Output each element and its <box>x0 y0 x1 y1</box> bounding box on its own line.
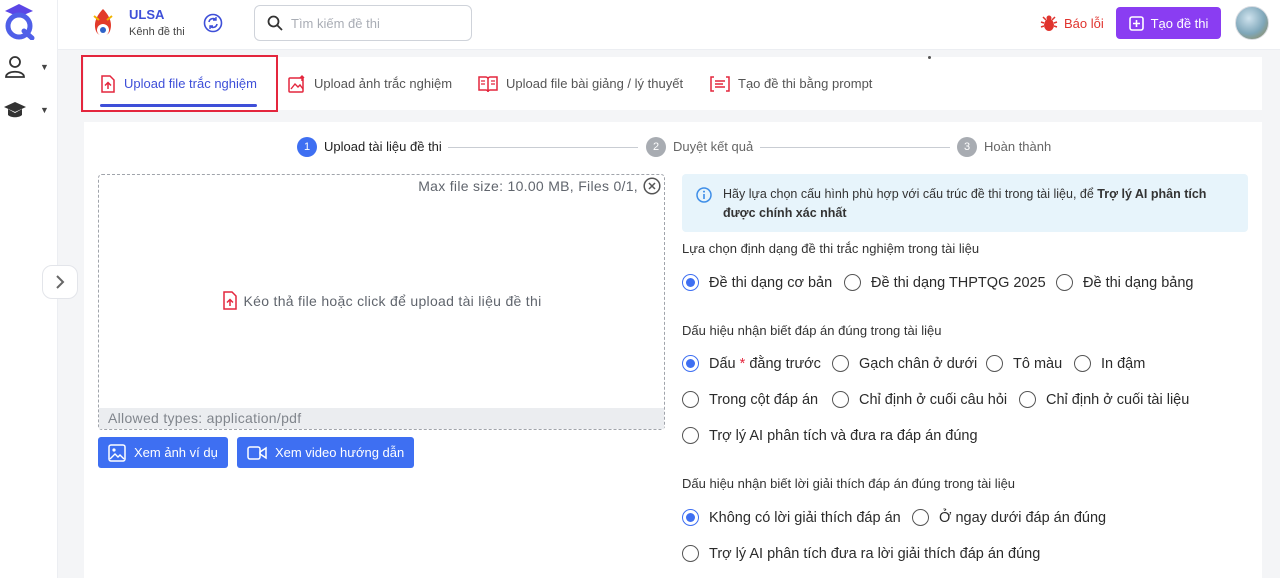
create-exam-label: Tạo đề thi <box>1150 15 1209 31</box>
format-section-title: Lựa chọn định dạng đề thi trắc nghiệm tr… <box>682 241 980 256</box>
radio-explain-ai[interactable]: Trợ lý AI phân tích đưa ra lời giải thíc… <box>682 545 1040 562</box>
video-guide-label: Xem video hướng dẫn <box>275 445 405 460</box>
example-image-label: Xem ảnh ví dụ <box>134 445 218 460</box>
search-box[interactable] <box>254 5 472 41</box>
channel-logo-icon <box>93 9 113 36</box>
info-box: Hãy lựa chọn cấu hình phù hợp với cấu tr… <box>682 174 1248 232</box>
step-number: 2 <box>646 137 666 157</box>
highlight-frame <box>81 55 278 112</box>
answer-section-title: Dấu hiệu nhận biết đáp án đúng trong tài… <box>682 323 942 338</box>
chevron-down-icon: ▼ <box>40 62 49 72</box>
radio-answer-color[interactable]: Tô màu <box>986 355 1062 372</box>
chevron-down-icon: ▼ <box>40 105 49 115</box>
step-number: 1 <box>297 137 317 157</box>
explain-section-title: Dấu hiệu nhận biết lời giải thích đáp án… <box>682 476 1016 491</box>
step-label: Upload tài liệu đề thi <box>324 139 442 154</box>
sidebar-toggle-button[interactable] <box>42 265 78 299</box>
view-video-guide-button[interactable]: Xem video hướng dẫn <box>237 437 415 468</box>
report-bug-button[interactable]: Báo lỗi <box>1040 14 1104 32</box>
prompt-icon <box>710 75 730 92</box>
bug-icon <box>1040 15 1058 31</box>
image-upload-icon <box>288 74 305 93</box>
radio-explain-below[interactable]: Ở ngay dưới đáp án đúng <box>912 509 1106 526</box>
dot-mark <box>928 56 931 59</box>
step-connector <box>448 147 638 148</box>
chevron-right-icon <box>56 275 65 289</box>
user-menu[interactable]: ▼ <box>2 52 50 82</box>
radio-answer-bold[interactable]: In đậm <box>1074 355 1145 372</box>
radio-answer-ai[interactable]: Trợ lý AI phân tích và đưa ra đáp án đún… <box>682 427 978 444</box>
tab-label: Tạo đề thi bằng prompt <box>738 76 873 91</box>
search-input[interactable] <box>291 15 461 31</box>
search-icon <box>267 15 283 31</box>
user-icon <box>5 56 25 78</box>
step-label: Duyệt kết quả <box>673 139 754 154</box>
tab-prompt[interactable]: Tạo đề thi bằng prompt <box>710 57 872 110</box>
info-icon <box>696 187 712 203</box>
report-label: Báo lỗi <box>1064 15 1104 31</box>
channel-subtitle: Kênh đề thi <box>129 26 185 38</box>
clear-icon[interactable] <box>643 177 661 195</box>
course-menu[interactable]: ▼ <box>2 95 50 125</box>
max-size-info: Max file size: 10.00 MB, Files 0/1, <box>418 178 638 194</box>
radio-answer-asterisk[interactable]: Dấu * đằng trước <box>682 355 821 372</box>
step-label: Hoàn thành <box>984 139 1052 154</box>
add-square-icon <box>1128 15 1144 31</box>
video-camera-icon <box>247 445 267 460</box>
radio-answer-end-document[interactable]: Chỉ định ở cuối tài liệu <box>1019 391 1189 408</box>
allowed-types: Allowed types: application/pdf <box>99 408 664 429</box>
tab-label: Upload ảnh trắc nghiệm <box>314 76 453 91</box>
switch-channel-icon[interactable] <box>203 13 223 33</box>
dropzone-prompt[interactable]: Kéo thả file hoặc click để upload tài li… <box>99 291 664 310</box>
tab-label: Upload file bài giảng / lý thuyết <box>506 76 684 91</box>
file-upload-icon <box>222 291 237 310</box>
image-icon <box>108 443 126 462</box>
step-number: 3 <box>957 137 977 157</box>
graduation-cap-icon <box>4 102 26 118</box>
top-header: ULSA Kênh đề thi Báo lỗi Tạo đề thi <box>58 0 1280 50</box>
tab-upload-lecture[interactable]: Upload file bài giảng / lý thuyết <box>478 57 683 110</box>
radio-explain-none[interactable]: Không có lời giải thích đáp án <box>682 509 901 526</box>
step-connector <box>760 147 950 148</box>
dropzone-prompt-text: Kéo thả file hoặc click để upload tài li… <box>243 292 542 309</box>
radio-answer-underline[interactable]: Gạch chân ở dưới <box>832 355 977 372</box>
radio-format-basic[interactable]: Đề thi dạng cơ bản <box>682 274 832 291</box>
radio-format-table[interactable]: Đề thi dạng bảng <box>1056 274 1193 291</box>
info-text: Hãy lựa chọn cấu hình phù hợp với cấu tr… <box>723 187 1207 220</box>
view-example-image-button[interactable]: Xem ảnh ví dụ <box>98 437 228 468</box>
tab-upload-image[interactable]: Upload ảnh trắc nghiệm <box>288 57 452 110</box>
radio-format-thptqg[interactable]: Đề thi dạng THPTQG 2025 <box>844 274 1046 291</box>
channel-name: ULSA <box>129 7 165 22</box>
file-dropzone[interactable]: Max file size: 10.00 MB, Files 0/1, Kéo … <box>98 174 665 430</box>
app-logo-icon[interactable] <box>2 2 36 40</box>
book-icon <box>478 75 498 92</box>
avatar[interactable] <box>1235 6 1269 40</box>
radio-answer-column[interactable]: Trong cột đáp án <box>682 391 818 408</box>
main-panel: 1 Upload tài liệu đề thi 2 Duyệt kết quả… <box>84 122 1262 578</box>
radio-answer-end-question[interactable]: Chỉ định ở cuối câu hỏi <box>832 391 1007 408</box>
create-exam-button[interactable]: Tạo đề thi <box>1116 7 1221 39</box>
